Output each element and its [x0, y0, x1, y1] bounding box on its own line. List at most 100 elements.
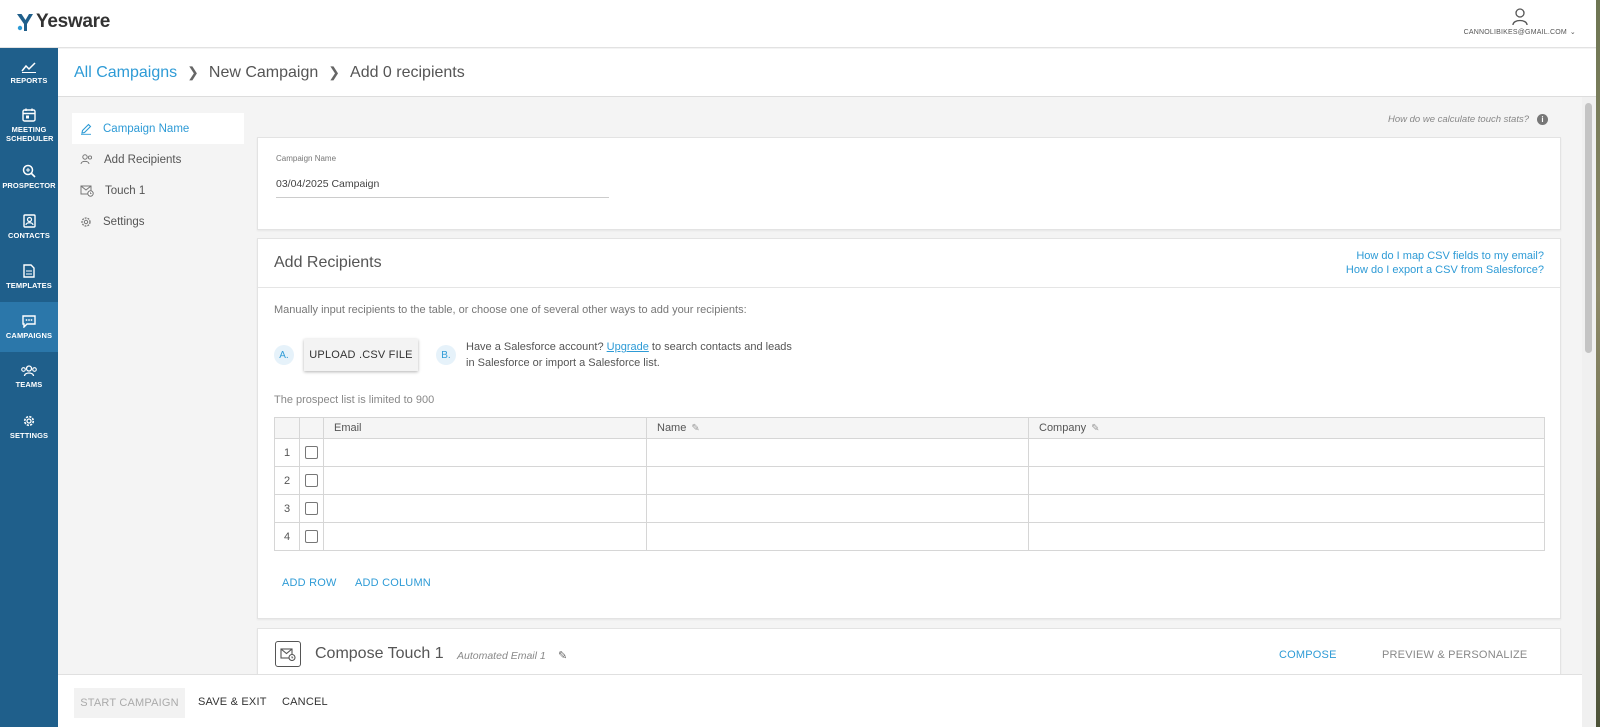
- compose-touch-subtitle: Automated Email 1: [457, 650, 546, 662]
- save-exit-button[interactable]: SAVE & EXIT: [198, 696, 267, 708]
- cancel-button[interactable]: CANCEL: [282, 696, 328, 708]
- campaign-steps-nav: Campaign Name Add Recipients Touch 1 Set…: [72, 113, 244, 237]
- tab-compose[interactable]: COMPOSE: [1279, 649, 1337, 661]
- add-recipients-title: Add Recipients: [274, 254, 382, 271]
- row-number: 2: [274, 466, 300, 495]
- upgrade-link[interactable]: Upgrade: [607, 341, 649, 353]
- sidebar: REPORTS MEETING SCHEDULER PROSPECTOR CON…: [0, 48, 58, 727]
- row-number-header: [274, 417, 300, 439]
- recipients-table: Email Name ✎ Company ✎ 1 2 3 4: [274, 417, 1545, 551]
- step-campaign-name[interactable]: Campaign Name: [72, 113, 244, 144]
- email-cell[interactable]: [323, 466, 647, 495]
- table-row: 1: [274, 438, 1545, 467]
- gear-icon: [81, 216, 91, 227]
- sidebar-item-campaigns[interactable]: CAMPAIGNS: [0, 302, 58, 352]
- campaign-name-input[interactable]: 03/04/2025 Campaign: [276, 176, 609, 198]
- breadcrumb-current: Add 0 recipients: [350, 63, 465, 81]
- salesforce-upgrade-text: Have a Salesforce account? Upgrade to se…: [466, 339, 796, 371]
- pencil-icon[interactable]: ✎: [558, 649, 567, 662]
- company-cell[interactable]: [1028, 438, 1545, 467]
- column-header-company[interactable]: Company ✎: [1028, 417, 1545, 439]
- add-recipients-card: Add Recipients How do I map CSV fields t…: [257, 238, 1561, 619]
- select-header: [299, 417, 324, 439]
- scrollbar-thumb[interactable]: [1585, 103, 1592, 353]
- document-icon: [23, 264, 35, 278]
- email-cell[interactable]: [323, 438, 647, 467]
- sidebar-item-prospector[interactable]: PROSPECTOR: [0, 152, 58, 202]
- row-checkbox[interactable]: [305, 502, 318, 515]
- campaign-name-card: Campaign Name 03/04/2025 Campaign: [257, 137, 1561, 230]
- contact-card-icon: [22, 214, 36, 228]
- map-csv-help-link[interactable]: How do I map CSV fields to my email?: [1346, 250, 1544, 264]
- user-menu[interactable]: CANNOLIBIKES@GMAIL.COM ⌄: [1464, 8, 1576, 36]
- people-icon: [80, 154, 93, 165]
- sidebar-item-label: REPORTS: [10, 76, 48, 85]
- sidebar-item-settings[interactable]: SETTINGS: [0, 402, 58, 452]
- export-csv-help-link[interactable]: How do I export a CSV from Salesforce?: [1346, 264, 1544, 278]
- top-bar: Yesware CANNOLIBIKES@GMAIL.COM ⌄: [0, 0, 1600, 48]
- sidebar-item-reports[interactable]: REPORTS: [0, 48, 58, 98]
- tab-preview-personalize[interactable]: PREVIEW & PERSONALIZE: [1382, 649, 1527, 661]
- touch-stats-link[interactable]: How do we calculate touch stats?: [1388, 114, 1529, 125]
- name-cell[interactable]: [646, 466, 1029, 495]
- calendar-icon: [22, 108, 36, 122]
- sidebar-item-label: MEETING SCHEDULER: [6, 124, 54, 143]
- pencil-icon: [81, 123, 92, 135]
- sidebar-item-label: SETTINGS: [9, 431, 49, 440]
- row-checkbox[interactable]: [305, 474, 318, 487]
- company-cell[interactable]: [1028, 466, 1545, 495]
- background-edge: [1596, 0, 1600, 727]
- email-cell[interactable]: [323, 494, 647, 523]
- step-touch-1[interactable]: Touch 1: [72, 175, 244, 206]
- company-cell[interactable]: [1028, 494, 1545, 523]
- row-checkbox[interactable]: [305, 446, 318, 459]
- sidebar-item-teams[interactable]: TEAMS: [0, 352, 58, 402]
- name-cell[interactable]: [646, 522, 1029, 551]
- add-row-button[interactable]: ADD ROW: [282, 577, 337, 589]
- sidebar-item-contacts[interactable]: CONTACTS: [0, 202, 58, 252]
- yesware-logo[interactable]: Yesware: [16, 11, 110, 33]
- add-column-button[interactable]: ADD COLUMN: [355, 577, 431, 589]
- chat-icon: [22, 314, 36, 328]
- option-a-badge: A.: [274, 345, 294, 365]
- upload-csv-button[interactable]: UPLOAD .CSV FILE: [304, 339, 418, 371]
- pencil-icon[interactable]: ✎: [1091, 423, 1099, 434]
- chevron-down-icon: ⌄: [1569, 29, 1576, 36]
- info-icon[interactable]: i: [1537, 114, 1548, 125]
- sidebar-item-meeting-scheduler[interactable]: MEETING SCHEDULER: [0, 98, 58, 152]
- step-label: Touch 1: [105, 184, 146, 197]
- column-header-email[interactable]: Email: [323, 417, 647, 439]
- company-cell[interactable]: [1028, 522, 1545, 551]
- sidebar-item-label: CONTACTS: [8, 231, 50, 240]
- row-checkbox[interactable]: [305, 530, 318, 543]
- campaign-name-label: Campaign Name: [276, 154, 337, 163]
- step-add-recipients[interactable]: Add Recipients: [72, 144, 244, 175]
- column-header-label: Name: [657, 422, 687, 434]
- mail-clock-icon: [275, 641, 301, 667]
- table-row: 2: [274, 466, 1545, 495]
- add-recipients-intro: Manually input recipients to the table, …: [274, 304, 747, 316]
- row-checkbox-cell: [299, 466, 324, 495]
- breadcrumb: All Campaigns ❯ New Campaign ❯ Add 0 rec…: [58, 49, 1596, 97]
- sidebar-item-templates[interactable]: TEMPLATES: [0, 252, 58, 302]
- start-campaign-button[interactable]: START CAMPAIGN: [74, 688, 185, 718]
- name-cell[interactable]: [646, 438, 1029, 467]
- name-cell[interactable]: [646, 494, 1029, 523]
- touch-stats-help[interactable]: How do we calculate touch stats? i: [1388, 114, 1548, 125]
- step-label: Campaign Name: [103, 122, 190, 135]
- mail-clock-icon: [80, 185, 94, 197]
- sidebar-item-label: CAMPAIGNS: [5, 330, 53, 340]
- column-header-name[interactable]: Name ✎: [646, 417, 1029, 439]
- row-number: 4: [274, 522, 300, 551]
- scrollbar[interactable]: [1582, 97, 1596, 727]
- pencil-icon[interactable]: ✎: [691, 423, 699, 434]
- column-header-label: Email: [334, 422, 362, 434]
- user-icon: [1512, 8, 1528, 26]
- column-header-label: Company: [1039, 422, 1087, 434]
- sidebar-item-label: TEMPLATES: [6, 281, 52, 290]
- breadcrumb-all-campaigns[interactable]: All Campaigns: [74, 64, 177, 82]
- email-cell[interactable]: [323, 522, 647, 551]
- option-b-badge: B.: [436, 345, 456, 365]
- step-settings[interactable]: Settings: [72, 206, 244, 237]
- table-row: 3: [274, 494, 1545, 523]
